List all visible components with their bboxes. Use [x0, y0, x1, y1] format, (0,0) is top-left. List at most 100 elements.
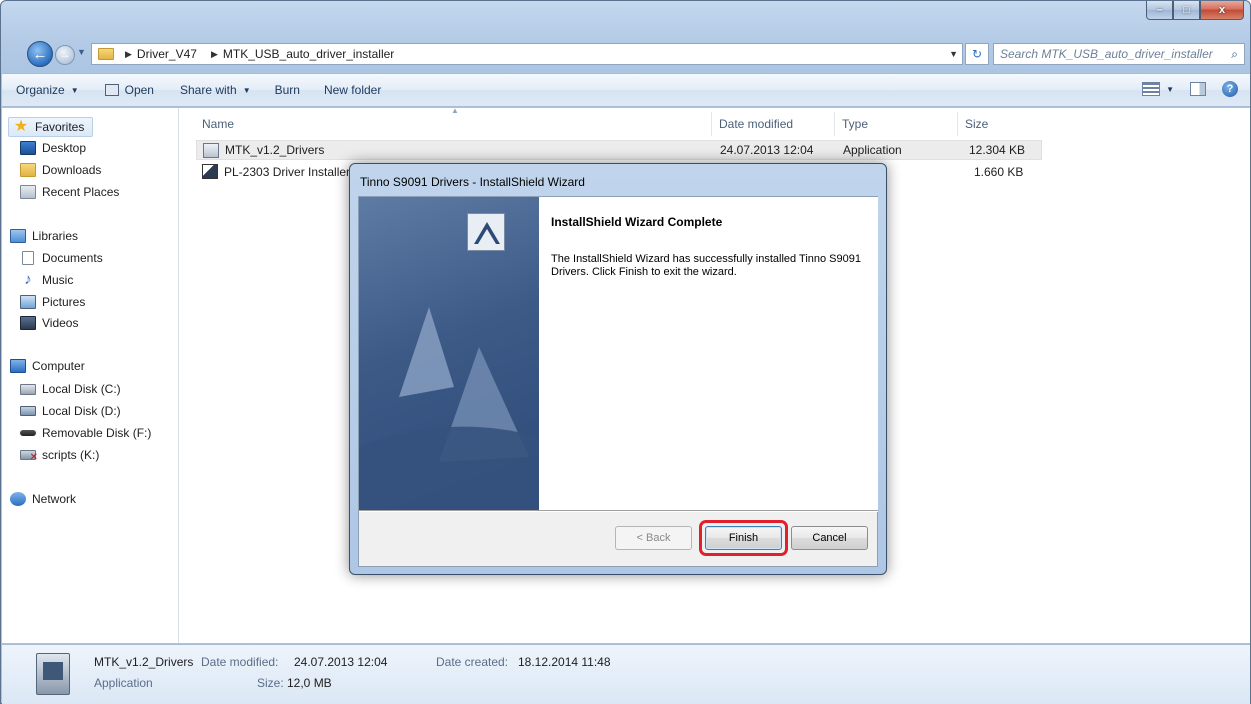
sail-art-icon: [359, 307, 539, 510]
minimize-button[interactable]: –: [1146, 1, 1173, 20]
column-date-modified[interactable]: Date modified: [713, 112, 835, 136]
column-date-label: Date modified: [719, 117, 794, 131]
star-icon: ★: [13, 118, 29, 135]
nav-removable-disk-f[interactable]: Removable Disk (F:): [20, 426, 151, 440]
chevron-right-icon[interactable]: ▶: [125, 49, 132, 60]
search-placeholder: Search MTK_USB_auto_driver_installer: [1000, 47, 1213, 61]
column-size[interactable]: Size: [959, 112, 1043, 136]
finish-label: Finish: [728, 532, 759, 544]
column-name[interactable]: Name: [196, 112, 712, 136]
address-bar[interactable]: ▶ Driver_V47 ▶ MTK_USB_auto_driver_insta…: [91, 43, 963, 65]
application-icon: [203, 143, 219, 158]
nav-videos[interactable]: Videos: [20, 316, 78, 330]
documents-icon: [22, 251, 34, 265]
nav-local-disk-c[interactable]: Local Disk (C:): [20, 382, 121, 396]
file-name: MTK_v1.2_Drivers: [225, 143, 325, 157]
nav-downloads[interactable]: Downloads: [20, 163, 101, 177]
nav-favorites[interactable]: ★ Favorites: [8, 117, 94, 137]
view-icon: [1142, 82, 1161, 96]
column-name-label: Name: [202, 117, 235, 131]
nav-network[interactable]: Network: [10, 492, 76, 506]
caption-buttons: – □ x: [1146, 1, 1244, 20]
music-note-icon: ♪: [24, 271, 32, 288]
burn-button[interactable]: Burn: [265, 83, 310, 97]
file-size: 1.660 KB: [974, 165, 1024, 179]
computer-icon: [10, 359, 26, 373]
wizard-heading: InstallShield Wizard Complete: [551, 215, 723, 229]
details-date-created: 18.12.2014 11:48: [518, 655, 611, 669]
nav-libraries[interactable]: Libraries: [10, 229, 78, 243]
finish-button[interactable]: Finish: [705, 526, 782, 550]
nav-documents-label: Documents: [42, 251, 103, 265]
removable-drive-icon: [20, 430, 36, 436]
breadcrumb-current-folder[interactable]: MTK_USB_auto_driver_installer: [223, 47, 394, 61]
nav-desktop-label: Desktop: [42, 141, 87, 155]
libraries-icon: [10, 229, 26, 243]
wizard-message: The InstallShield Wizard has successfull…: [551, 253, 861, 278]
dialog-client-area: InstallShield Wizard Complete The Instal…: [358, 196, 878, 567]
nav-removable-f-label: Removable Disk (F:): [42, 426, 152, 440]
cancel-label: Cancel: [812, 532, 847, 544]
preview-pane-icon[interactable]: [1190, 82, 1206, 96]
installer-icon: [202, 164, 218, 179]
file-size: 12.304 KB: [969, 143, 1026, 157]
nav-recent-places[interactable]: Recent Places: [20, 185, 119, 199]
help-icon[interactable]: ?: [1222, 81, 1238, 97]
downloads-folder-icon: [20, 163, 36, 177]
column-size-label: Size: [965, 117, 989, 131]
dialog-title: Tinno S9091 Drivers - InstallShield Wiza…: [360, 175, 585, 189]
network-icon: [10, 492, 26, 506]
open-app-icon: [104, 84, 119, 96]
nav-music[interactable]: ♪ Music: [20, 271, 74, 288]
cancel-button[interactable]: Cancel: [791, 526, 868, 550]
search-icon[interactable]: ⌕: [1231, 47, 1238, 62]
maximize-button[interactable]: □: [1173, 1, 1200, 20]
column-type[interactable]: Type: [836, 112, 958, 136]
open-button[interactable]: Open: [95, 83, 164, 97]
recent-pages-dropdown[interactable]: ▼: [77, 47, 86, 57]
nav-computer[interactable]: Computer: [10, 359, 85, 373]
change-view-button[interactable]: ▼: [1142, 82, 1174, 96]
installshield-logo-icon: [467, 213, 505, 251]
share-with-label: Share with: [179, 83, 237, 97]
details-file-kind: Application: [94, 676, 153, 690]
nav-documents[interactable]: Documents: [20, 251, 103, 265]
command-bar: Organize ▼ Open Share with ▼ Burn New fold…: [2, 73, 1250, 107]
forward-button[interactable]: →: [55, 45, 75, 65]
application-icon: [36, 653, 70, 695]
back-button[interactable]: < Back: [615, 526, 692, 550]
recent-places-icon: [20, 185, 36, 199]
address-dropdown-icon[interactable]: ▼: [949, 49, 958, 59]
nav-scripts-k[interactable]: ✕ scripts (K:): [20, 448, 100, 463]
chevron-right-icon[interactable]: ▶: [211, 49, 218, 60]
details-date-created-label: Date created:: [436, 655, 509, 669]
new-folder-button[interactable]: New folder: [314, 83, 391, 97]
chevron-down-icon: ▼: [70, 85, 79, 95]
nav-local-disk-d[interactable]: Local Disk (D:): [20, 404, 121, 418]
organize-label: Organize: [16, 83, 65, 97]
close-button[interactable]: x: [1200, 1, 1244, 20]
nav-scripts-k-label: scripts (K:): [42, 448, 100, 462]
back-button[interactable]: ←: [27, 41, 53, 67]
network-drive-disconnected-icon: ✕: [20, 450, 38, 463]
system-drive-icon: [20, 383, 36, 395]
view-controls: ▼ ?: [1142, 81, 1238, 97]
share-with-button[interactable]: Share with ▼: [170, 83, 261, 97]
nav-videos-label: Videos: [42, 316, 79, 330]
breadcrumb-driver-v47[interactable]: Driver_V47: [137, 47, 197, 61]
search-input[interactable]: Search MTK_USB_auto_driver_installer ⌕: [993, 43, 1245, 65]
details-pane: MTK_v1.2_Drivers Application Date modifi…: [2, 644, 1250, 704]
folder-icon: [98, 48, 114, 60]
refresh-button[interactable]: ↻: [965, 43, 989, 65]
nav-pictures[interactable]: Pictures: [20, 295, 85, 309]
nav-music-label: Music: [42, 273, 74, 287]
open-label: Open: [124, 83, 154, 97]
nav-desktop[interactable]: Desktop: [20, 141, 86, 155]
organize-button[interactable]: Organize ▼: [6, 83, 89, 97]
column-type-label: Type: [842, 117, 869, 131]
refresh-icon: ↻: [971, 47, 983, 61]
desktop-icon: [20, 141, 36, 155]
wizard-banner-art: [359, 197, 539, 510]
file-row-mtk-drivers[interactable]: MTK_v1.2_Drivers 24.07.2013 12:04 Applic…: [196, 140, 1042, 160]
nav-downloads-label: Downloads: [42, 163, 102, 177]
